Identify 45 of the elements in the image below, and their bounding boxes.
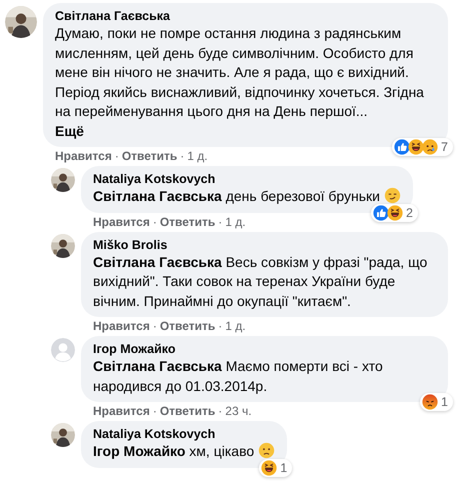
reply-link[interactable]: Ответить <box>122 149 178 164</box>
comment-text: Світлана Гаєвська день березової бруньки <box>93 188 380 204</box>
like-link[interactable]: Нравится <box>55 149 112 164</box>
author-name[interactable]: Nataliya Kotskovych <box>93 427 276 442</box>
timestamp[interactable]: 1 д. <box>225 319 246 334</box>
like-icon <box>373 204 390 220</box>
like-icon <box>394 139 410 155</box>
comment-text: Світлана Гаєвська Маємо померти всі - хто народився до 01.03.2014р. <box>93 358 383 394</box>
frowning-face-icon <box>258 442 276 459</box>
reaction-counter[interactable]: 1 <box>259 458 292 476</box>
author-name[interactable]: Світлана Гаєвська <box>55 9 436 24</box>
reply-link[interactable]: Ответить <box>160 319 216 334</box>
separator-dot: · <box>218 214 222 230</box>
laughing-face-icon <box>408 139 424 155</box>
reply-link[interactable]: Ответить <box>160 214 216 230</box>
comment-text: Світлана Гаєвська Весь совкізм у фразі "рада, що вихідний". Таки совок на теренах України буде вічним. Принаймні до окупації "китаєм". <box>93 254 428 308</box>
separator-dot: · <box>218 404 222 419</box>
author-name[interactable]: Miško Brolis <box>93 238 436 252</box>
comment-text: Ігор Можайко хм, цікаво <box>93 443 254 459</box>
comment-text: Думаю, поки не помре остання людина з радянським мисленням, цей день буде символічним. Особисто для мене він нічого не значить. Але я рада, що є вихідний. Період якийсь виснажливий, відпочинку хочеться. Згідна на перейменування цього дня на День першої... <box>55 25 424 119</box>
like-link[interactable]: Нравится <box>93 404 150 419</box>
crying-face-icon <box>422 139 438 155</box>
timestamp[interactable]: 1 д. <box>187 149 208 164</box>
see-more-link[interactable]: Ещё <box>55 122 436 141</box>
timestamp[interactable]: 23 ч. <box>225 404 252 419</box>
timestamp[interactable]: 1 д. <box>225 214 246 230</box>
smirking-face-icon <box>384 187 401 204</box>
like-link[interactable]: Нравится <box>93 319 150 334</box>
reaction-counter[interactable]: 1 <box>420 393 453 411</box>
separator-dot: · <box>114 149 119 164</box>
reply-link[interactable]: Ответить <box>160 404 216 419</box>
reaction-counter[interactable]: 2 <box>371 204 418 222</box>
separator-dot: · <box>152 319 157 334</box>
separator-dot: · <box>180 149 184 164</box>
reaction-counter[interactable]: 7 <box>392 138 453 156</box>
author-name[interactable]: Ігор Можайко <box>93 342 436 357</box>
separator-dot: · <box>152 214 157 230</box>
author-name[interactable]: Nataliya Kotskovych <box>93 172 401 187</box>
laughing-face-icon <box>387 204 404 220</box>
laughing-face-icon <box>261 460 278 476</box>
avatar-icon <box>51 338 75 362</box>
like-link[interactable]: Нравится <box>93 214 150 230</box>
angry-face-icon <box>422 394 438 410</box>
separator-dot: · <box>218 319 222 334</box>
separator-dot: · <box>152 404 157 419</box>
